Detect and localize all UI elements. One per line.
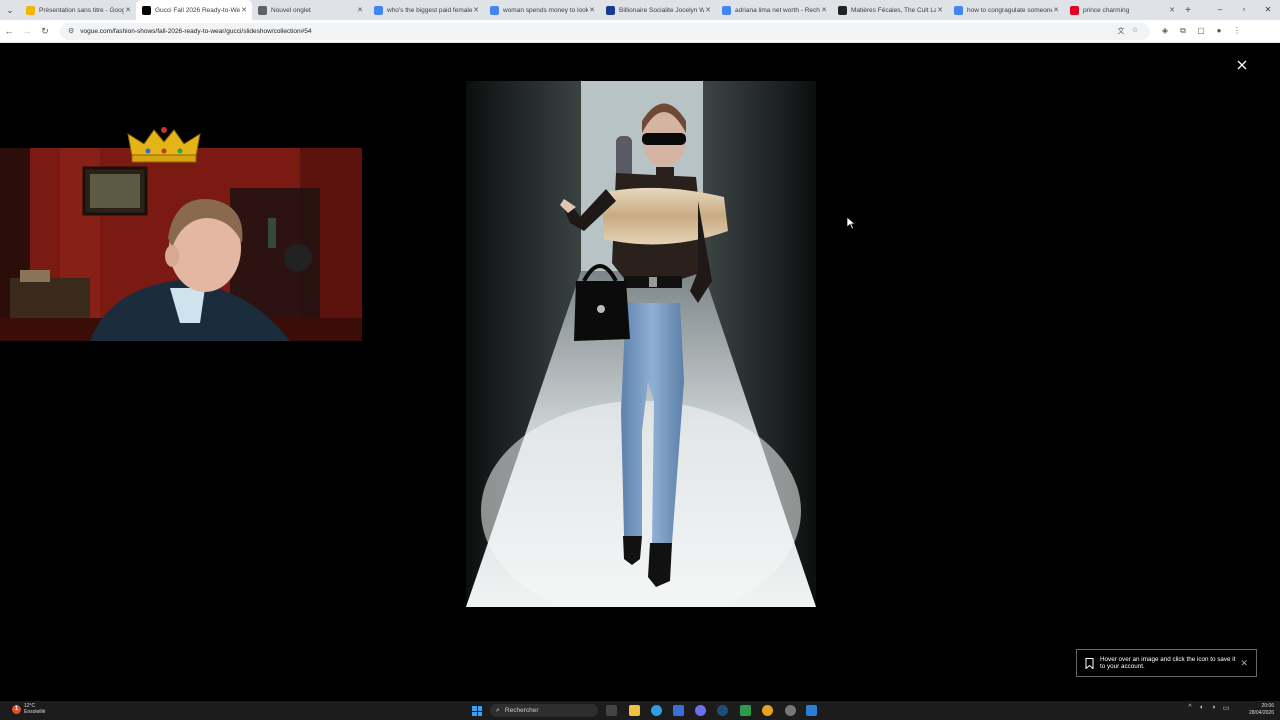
browser-tab[interactable]: Présentation sans titre - Goog ✕ bbox=[20, 0, 136, 20]
extensions-puzzle-icon[interactable]: ⧉ bbox=[1174, 26, 1192, 36]
tab-title: Matières Fécales, The Cult Lab bbox=[851, 6, 936, 14]
tab-title: woman spends money to look bbox=[503, 6, 588, 14]
tab-title: adriana lima net worth - Rech bbox=[735, 6, 820, 14]
browser-tab[interactable]: woman spends money to look ✕ bbox=[484, 0, 600, 20]
google-icon bbox=[954, 5, 963, 15]
close-window-icon[interactable]: ✕ bbox=[1256, 0, 1280, 20]
a-icon bbox=[838, 5, 847, 15]
new-tab-button[interactable]: + bbox=[1180, 5, 1196, 16]
tab-close-icon[interactable]: ✕ bbox=[820, 6, 828, 14]
reload-icon[interactable]: ↻ bbox=[36, 26, 54, 37]
task-view-icon[interactable] bbox=[606, 705, 617, 716]
google-icon bbox=[722, 5, 731, 15]
browser-tab[interactable]: who's the biggest paid female ✕ bbox=[368, 0, 484, 20]
site-info-icon[interactable]: ⚙ bbox=[68, 27, 74, 35]
window-controls: – ▫ ✕ bbox=[1208, 0, 1280, 20]
taskbar-search[interactable]: ⌕ Rechercher bbox=[490, 704, 598, 717]
tab-strip: ⌄ Présentation sans titre - Goog ✕ Gucci F… bbox=[0, 0, 1280, 20]
tray-chevron-icon[interactable]: ^ bbox=[1184, 704, 1196, 712]
browser-tab[interactable]: adriana lima net worth - Rech ✕ bbox=[716, 0, 832, 20]
vogue-icon bbox=[142, 5, 151, 15]
windows-start-icon[interactable] bbox=[472, 706, 482, 716]
back-icon[interactable]: ← bbox=[0, 26, 18, 36]
edge-icon[interactable] bbox=[651, 705, 662, 716]
tab-title: how to congragulate someone bbox=[967, 6, 1052, 14]
minimize-icon[interactable]: – bbox=[1208, 0, 1232, 20]
tab-close-icon[interactable]: ✕ bbox=[588, 6, 596, 14]
tab-title: who's the biggest paid female bbox=[387, 6, 472, 14]
windows-taskbar: 1 12°C Ensoleillé ⌕ Rechercher ^ ◐ ◗ ▭ 2… bbox=[0, 701, 1280, 720]
extension-icon[interactable]: ◈ bbox=[1156, 26, 1174, 36]
google-icon bbox=[490, 5, 499, 15]
store-icon[interactable] bbox=[673, 705, 684, 716]
gaming-app-icon[interactable] bbox=[740, 705, 751, 716]
tab-close-icon[interactable]: ✕ bbox=[472, 6, 480, 14]
pinterest-icon bbox=[1070, 5, 1079, 15]
network-icon[interactable]: ◐ bbox=[1196, 704, 1208, 712]
browser-toolbar: ← → ↻ ⚙ vogue.com/fashion-shows/fall-202… bbox=[0, 20, 1280, 43]
tab-close-icon[interactable]: ✕ bbox=[704, 6, 712, 14]
discord-icon[interactable] bbox=[695, 705, 706, 716]
search-icon: ⌕ bbox=[496, 706, 500, 714]
tab-close-icon[interactable]: ✕ bbox=[1052, 6, 1060, 14]
address-bar[interactable]: ⚙ vogue.com/fashion-shows/fall-2026-read… bbox=[60, 22, 1150, 40]
toast-message: Hover over an image and click the icon t… bbox=[1100, 655, 1236, 671]
browser-tab[interactable]: Nouvel onglet ✕ bbox=[252, 0, 368, 20]
tab-title: Gucci Fall 2026 Ready-to-Wea bbox=[155, 6, 240, 14]
taskbar-search-placeholder: Rechercher bbox=[504, 707, 539, 714]
tab-title: Billionaire Socialite Jocelyn W bbox=[619, 6, 704, 14]
browser-tab[interactable]: prince charming ✕ bbox=[1064, 0, 1180, 20]
bookmark-icon bbox=[1085, 657, 1094, 669]
google-icon bbox=[374, 5, 383, 15]
tab-close-icon[interactable]: ✕ bbox=[936, 6, 944, 14]
browser-tab[interactable]: Matières Fécales, The Cult Lab ✕ bbox=[832, 0, 948, 20]
battery-icon[interactable]: ▭ bbox=[1220, 704, 1232, 712]
browser-tab[interactable]: how to congragulate someone ✕ bbox=[948, 0, 1064, 20]
app-icon[interactable] bbox=[785, 705, 796, 716]
tab-title: prince charming bbox=[1083, 6, 1130, 14]
mouse-cursor-icon bbox=[847, 217, 856, 230]
steam-icon[interactable] bbox=[717, 705, 728, 716]
forward-icon[interactable]: → bbox=[18, 26, 36, 36]
clock-time: 20:06 bbox=[1261, 703, 1274, 709]
news-icon bbox=[606, 5, 615, 15]
weather-alert-icon: 1 bbox=[12, 704, 21, 714]
browser-tab[interactable]: Gucci Fall 2026 Ready-to-Wea ✕ bbox=[136, 0, 252, 20]
toast-close-icon[interactable]: ✕ bbox=[1240, 658, 1248, 669]
weather-desc: Ensoleillé bbox=[24, 709, 46, 715]
slideshow-viewer: Hover over an image and click the icon t… bbox=[0, 44, 1280, 701]
save-hint-toast: Hover over an image and click the icon t… bbox=[1076, 649, 1257, 677]
close-slideshow-icon[interactable] bbox=[1234, 57, 1250, 73]
maximize-icon[interactable]: ▫ bbox=[1232, 0, 1256, 20]
tab-close-icon[interactable]: ✕ bbox=[1168, 6, 1176, 14]
clock[interactable]: 20:06 28/04/2026 bbox=[1249, 703, 1274, 717]
slides-icon bbox=[26, 5, 35, 15]
webcam-overlay bbox=[0, 148, 362, 341]
tab-search-icon[interactable]: ⌄ bbox=[0, 0, 20, 20]
volume-icon[interactable]: ◗ bbox=[1208, 704, 1220, 712]
translate-icon[interactable]: 文 bbox=[1114, 26, 1128, 36]
browser-tab[interactable]: Billionaire Socialite Jocelyn W ✕ bbox=[600, 0, 716, 20]
tab-title: Nouvel onglet bbox=[271, 6, 311, 14]
chrome-icon bbox=[258, 5, 267, 15]
weather-widget[interactable]: 1 12°C Ensoleillé bbox=[12, 703, 45, 715]
menu-icon[interactable]: ⋮ bbox=[1228, 26, 1246, 36]
tab-close-icon[interactable]: ✕ bbox=[240, 6, 248, 14]
url-text[interactable]: vogue.com/fashion-shows/fall-2026-ready-… bbox=[80, 28, 311, 35]
system-tray: ^ ◐ ◗ ▭ bbox=[1184, 704, 1232, 712]
runway-photo[interactable] bbox=[466, 81, 816, 607]
crown-sticker-icon bbox=[127, 127, 201, 163]
profile-avatar[interactable]: ● bbox=[1210, 26, 1228, 36]
tab-title: Présentation sans titre - Goog bbox=[39, 6, 124, 14]
snipping-tool-icon[interactable] bbox=[806, 705, 817, 716]
file-explorer-icon[interactable] bbox=[629, 705, 640, 716]
bookmark-star-icon[interactable]: ☆ bbox=[1128, 26, 1142, 36]
tab-close-icon[interactable]: ✕ bbox=[124, 6, 132, 14]
chrome-icon[interactable] bbox=[762, 705, 773, 716]
clock-date: 28/04/2026 bbox=[1248, 710, 1274, 716]
split-view-icon[interactable]: ▢ bbox=[1192, 26, 1210, 36]
tab-close-icon[interactable]: ✕ bbox=[356, 6, 364, 14]
